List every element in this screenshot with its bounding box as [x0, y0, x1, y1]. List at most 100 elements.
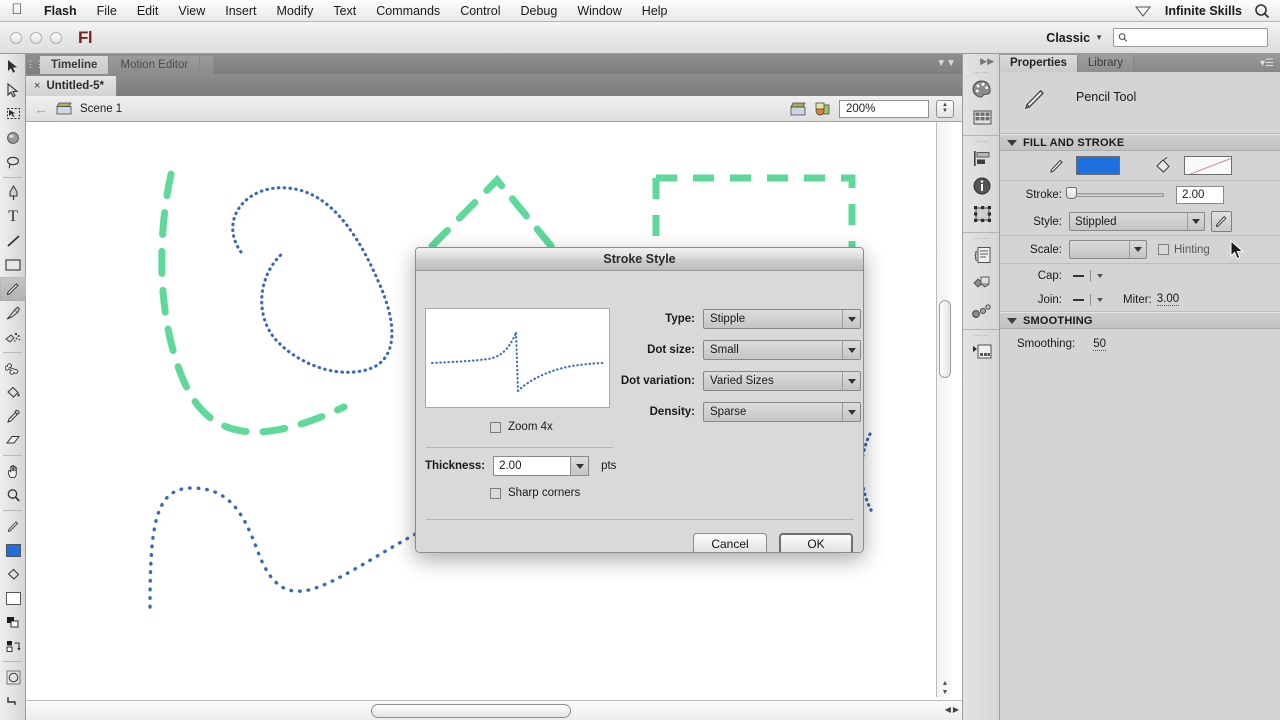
eyedropper-tool[interactable] [0, 404, 26, 428]
smoothing-value[interactable]: 50 [1093, 338, 1106, 351]
menu-item-flash[interactable]: Flash [34, 0, 87, 22]
triangle-down-icon[interactable] [1007, 139, 1017, 146]
horizontal-scroll-arrows[interactable]: ◀ ▶ [945, 705, 959, 714]
section-fill-and-stroke[interactable]: FILL AND STROKE [1000, 134, 1280, 151]
chevron-down-icon[interactable] [842, 372, 860, 390]
3d-rotation-tool[interactable] [0, 126, 26, 150]
menu-item-view[interactable]: View [168, 0, 215, 22]
text-tool[interactable]: T [0, 205, 26, 229]
zoom-tool[interactable] [0, 483, 26, 507]
scroll-down-arrow-icon[interactable]: ▼ [939, 688, 951, 697]
fill-color-icon[interactable] [0, 562, 26, 586]
stepper-down-icon[interactable]: ▼ [942, 108, 948, 114]
subselection-tool[interactable] [0, 78, 26, 102]
menu-item-debug[interactable]: Debug [510, 0, 567, 22]
zoom-level-input[interactable]: 200% [839, 99, 929, 118]
stroke-color-swatch[interactable] [0, 538, 26, 562]
hinting-checkbox[interactable] [1158, 244, 1169, 255]
stage-vertical-scrollbar[interactable]: ▲ ▼ [936, 122, 952, 697]
fill-color-swatch[interactable] [0, 586, 26, 610]
menu-bar-user[interactable]: Infinite Skills [1165, 4, 1242, 18]
cap-dropdown-icon[interactable] [1097, 274, 1103, 278]
menu-item-file[interactable]: File [87, 0, 127, 22]
edit-symbols-icon[interactable] [814, 101, 832, 117]
dock-collapse-icon[interactable]: ▶▶ [963, 54, 999, 67]
stroke-pencil-icon[interactable] [1048, 157, 1066, 175]
collapse-icon[interactable]: ▼▼ [936, 54, 962, 74]
eraser-tool[interactable] [0, 428, 26, 452]
movie-explorer-icon[interactable] [963, 338, 1001, 366]
paint-bucket-tool[interactable] [0, 380, 26, 404]
stroke-color-swatch[interactable] [1076, 156, 1120, 175]
black-white-icon[interactable] [0, 610, 26, 634]
menu-item-window[interactable]: Window [567, 0, 631, 22]
fill-color-none-swatch[interactable] [1184, 156, 1232, 175]
document-tab-untitled-5[interactable]: × Untitled-5* [26, 76, 117, 96]
ok-button[interactable]: OK [779, 533, 853, 552]
stroke-color-icon[interactable] [0, 514, 26, 538]
back-arrow-icon[interactable]: ← [34, 101, 48, 117]
tab-timeline[interactable]: Timeline [40, 56, 110, 74]
dot-size-select[interactable]: Small [703, 340, 861, 360]
menu-item-edit[interactable]: Edit [127, 0, 169, 22]
color-palette-icon[interactable] [963, 75, 1001, 103]
actions-icon[interactable]: { [963, 241, 1001, 269]
selection-tool[interactable] [0, 54, 26, 78]
cancel-button[interactable]: Cancel [693, 533, 767, 552]
scroll-left-arrow-icon[interactable]: ◀ [945, 705, 951, 714]
lasso-tool[interactable] [0, 150, 26, 174]
stroke-width-slider[interactable] [1066, 186, 1164, 199]
vertical-scroll-arrows[interactable]: ▲ ▼ [939, 679, 951, 697]
align-icon[interactable] [963, 144, 1001, 172]
slider-knob[interactable] [1066, 186, 1077, 199]
zoom-stepper[interactable]: ▲ ▼ [936, 99, 954, 118]
smooth-option-icon[interactable] [0, 689, 26, 713]
help-search-box[interactable] [1113, 28, 1268, 47]
close-window-button[interactable] [10, 31, 22, 44]
chevron-down-icon[interactable] [1187, 213, 1204, 230]
vertical-scroll-thumb[interactable] [939, 300, 951, 378]
panel-grip-icon[interactable]: ⋮⋮ [26, 54, 44, 74]
chevron-down-icon[interactable] [842, 403, 860, 421]
stroke-style-select[interactable]: Stippled [1069, 212, 1205, 231]
edit-stroke-style-icon[interactable] [1211, 211, 1232, 232]
search-icon[interactable] [1254, 3, 1270, 19]
stroke-width-input[interactable]: 2.00 [1176, 185, 1224, 204]
tab-properties[interactable]: Properties [1000, 55, 1078, 72]
swatches-icon[interactable] [963, 103, 1001, 131]
density-select[interactable]: Sparse [703, 402, 861, 422]
sharp-corners-checkbox[interactable] [490, 487, 501, 499]
brush-tool[interactable] [0, 301, 26, 325]
diamond-icon[interactable] [1133, 4, 1153, 18]
triangle-down-icon[interactable] [1007, 317, 1017, 324]
hand-tool[interactable] [0, 459, 26, 483]
thickness-dropdown-icon[interactable] [570, 456, 590, 476]
panel-menu-icon[interactable]: ▾☰ [1260, 55, 1280, 72]
miter-value[interactable]: 3.00 [1156, 293, 1180, 306]
apple-logo-icon[interactable]:  [0, 2, 34, 19]
spray-brush-tool[interactable] [0, 325, 26, 349]
pen-tool[interactable] [0, 181, 26, 205]
dock-grip-icon[interactable]: …… [963, 67, 999, 75]
menu-item-insert[interactable]: Insert [215, 0, 266, 22]
swap-colors-icon[interactable] [0, 634, 26, 658]
menu-item-text[interactable]: Text [323, 0, 366, 22]
scale-select[interactable] [1069, 240, 1147, 259]
rectangle-tool[interactable] [0, 253, 26, 277]
thickness-input[interactable]: 2.00 [493, 456, 572, 476]
section-smoothing[interactable]: SMOOTHING [1000, 312, 1280, 329]
free-transform-tool[interactable] [0, 102, 26, 126]
horizontal-scroll-thumb[interactable] [371, 704, 571, 718]
edit-scene-icon[interactable] [790, 102, 807, 116]
menu-item-control[interactable]: Control [450, 0, 510, 22]
stage-horizontal-scrollbar[interactable]: ◀ ▶ [26, 700, 962, 720]
paint-bucket-icon[interactable] [1154, 156, 1174, 175]
pencil-tool[interactable] [0, 277, 26, 301]
workspace-switcher[interactable]: Classic ▼ [1046, 31, 1103, 45]
dialog-title-bar[interactable]: Stroke Style [416, 248, 863, 271]
dot-variation-select[interactable]: Varied Sizes [703, 371, 861, 391]
menu-item-help[interactable]: Help [632, 0, 678, 22]
scroll-right-arrow-icon[interactable]: ▶ [953, 705, 959, 714]
join-dropdown-icon[interactable] [1097, 297, 1103, 302]
scene-label[interactable]: Scene 1 [80, 103, 122, 115]
